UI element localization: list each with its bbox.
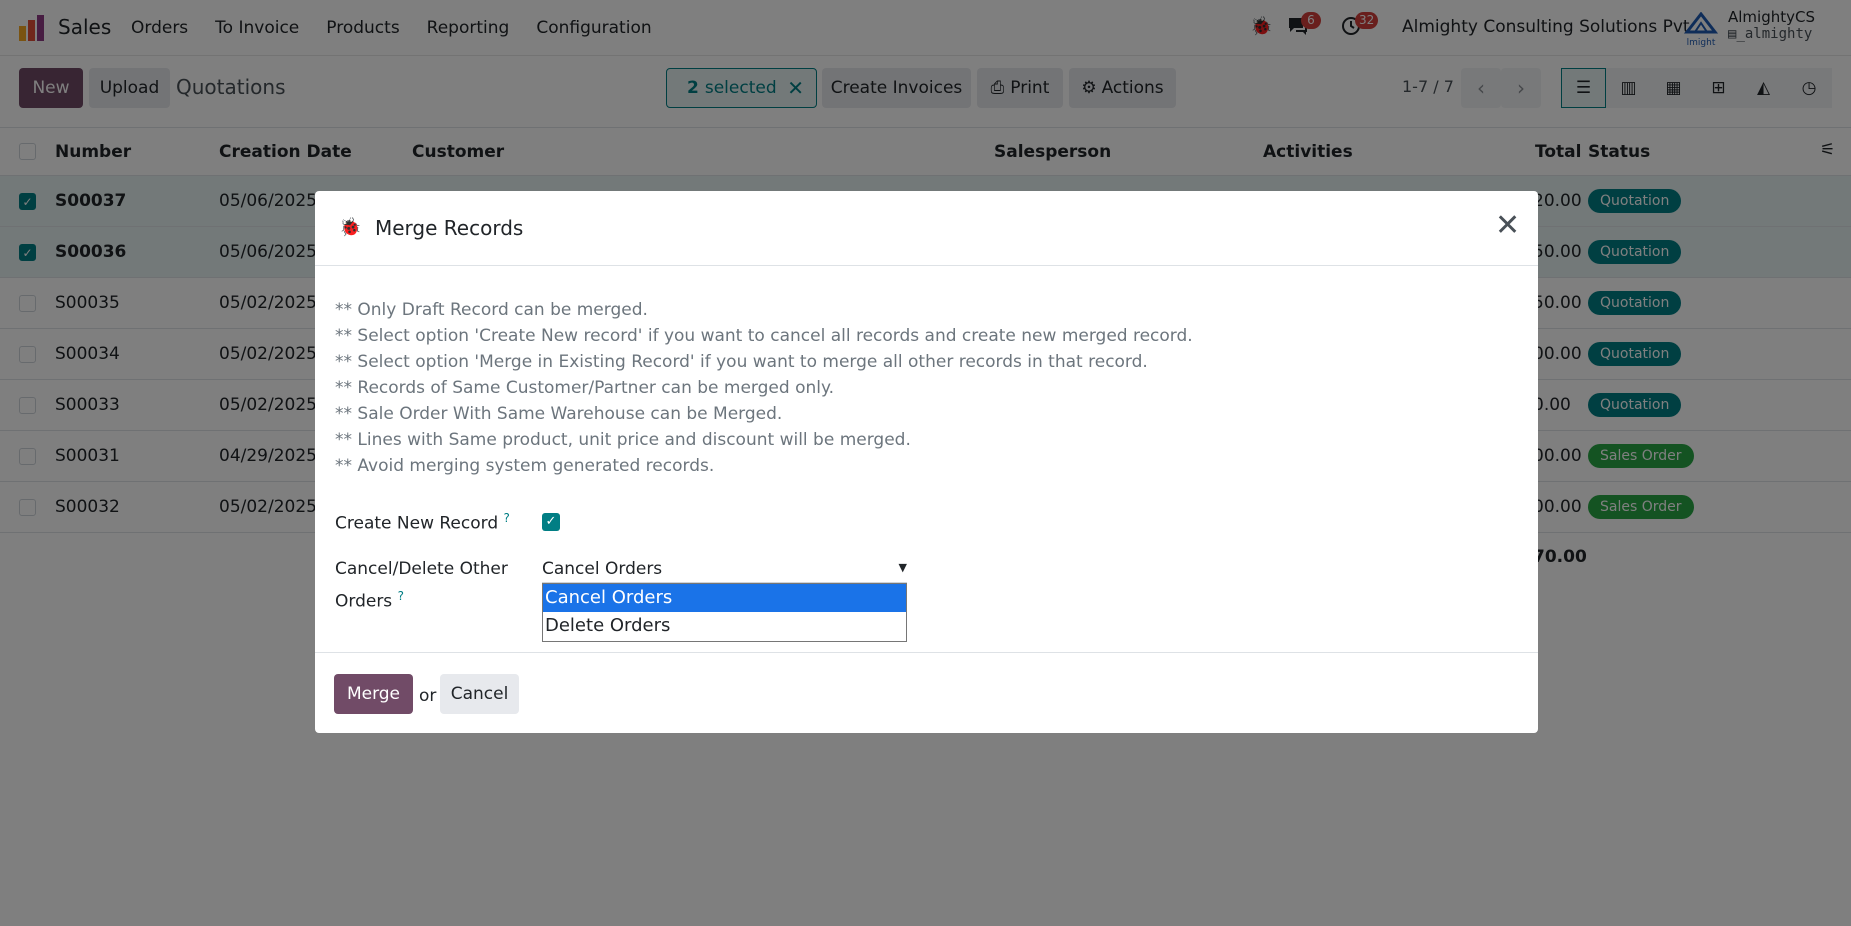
help-tooltip-icon[interactable]: ? — [504, 511, 510, 525]
note-line: ** Only Draft Record can be merged. — [335, 300, 648, 320]
option-delete-orders[interactable]: Delete Orders — [543, 612, 906, 640]
debug-bug-icon[interactable]: 🐞 — [339, 217, 361, 238]
help-tooltip-icon[interactable]: ? — [398, 589, 404, 603]
close-icon[interactable]: ✕ — [1495, 208, 1520, 243]
select-dropdown-list: Cancel Orders Delete Orders — [542, 583, 907, 642]
select-current-value: Cancel Orders — [542, 559, 663, 579]
cancel-delete-select[interactable]: Cancel Orders ▼ — [542, 555, 907, 583]
note-line: ** Sale Order With Same Warehouse can be… — [335, 404, 783, 424]
note-line: ** Avoid merging system generated record… — [335, 456, 715, 476]
note-line: ** Select option 'Merge in Existing Reco… — [335, 352, 1148, 372]
caret-down-icon: ▼ — [898, 561, 907, 574]
modal-header: 🐞 Merge Records ✕ — [315, 191, 1538, 266]
note-line: ** Lines with Same product, unit price a… — [335, 430, 911, 450]
cancel-delete-label-line2: Orders — [335, 591, 393, 612]
cancel-button[interactable]: Cancel — [440, 674, 519, 714]
merge-button[interactable]: Merge — [334, 674, 413, 714]
note-line: ** Records of Same Customer/Partner can … — [335, 378, 835, 398]
or-text: or — [419, 686, 437, 706]
note-line: ** Select option 'Create New record' if … — [335, 326, 1193, 346]
create-new-record-label: Create New Record ? — [335, 511, 510, 534]
create-new-record-checkbox[interactable]: ✓ — [542, 513, 560, 531]
create-new-record-text: Create New Record — [335, 513, 499, 534]
merge-notes: ** Only Draft Record can be merged. ** S… — [335, 297, 1193, 479]
cancel-delete-label-line1: Cancel/Delete Other — [335, 559, 508, 579]
option-cancel-orders[interactable]: Cancel Orders — [543, 584, 906, 612]
modal-title: Merge Records — [375, 216, 524, 240]
cancel-delete-orders-label: Cancel/Delete Other Orders ? — [335, 556, 508, 616]
merge-records-dialog: 🐞 Merge Records ✕ ** Only Draft Record c… — [315, 191, 1538, 733]
modal-footer: Merge or Cancel — [315, 652, 1538, 733]
